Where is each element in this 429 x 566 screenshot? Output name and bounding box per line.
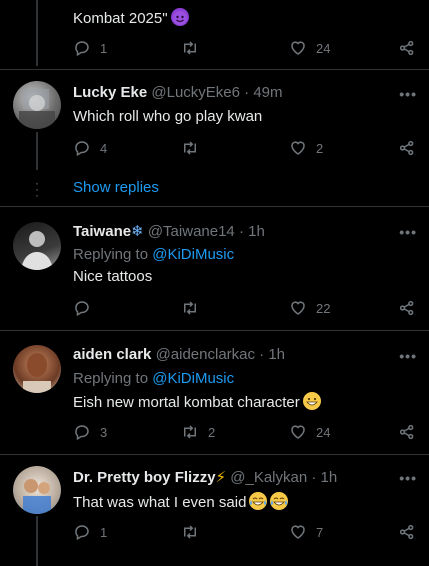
reply-count: 1: [100, 40, 108, 56]
like-count: 24: [316, 424, 331, 440]
more-options-icon[interactable]: •••: [399, 86, 417, 102]
mention-link[interactable]: @KiDiMusic: [152, 246, 234, 263]
avatar-pretty-boy-flizzy[interactable]: [13, 466, 61, 514]
tweet-3-actions: 3 2 24: [73, 422, 418, 442]
thread-line-top: [36, 0, 38, 66]
divider: [0, 454, 429, 455]
tweet-2-actions: 22: [73, 298, 418, 318]
handle-time: @aidenclarkac · 1h: [155, 346, 286, 363]
like-icon: [291, 301, 305, 315]
handle-time: @LuckyEke6 · 49m: [151, 84, 283, 101]
tweet-0-text: Kombat 2025": [73, 8, 189, 27]
reply-icon: [75, 425, 89, 441]
share-icon: [399, 524, 414, 540]
avatar-taiwane[interactable]: [13, 222, 61, 270]
thread-line-flizzy: [36, 516, 38, 566]
retweet-button[interactable]: 2: [181, 422, 215, 442]
tweet-3-text: Eish new mortal kombat character: [73, 392, 321, 411]
like-icon: [291, 425, 305, 439]
divider: [0, 206, 429, 207]
divider: [0, 69, 429, 70]
reply-button[interactable]: 4: [73, 138, 107, 158]
devil-emoji: [170, 8, 189, 26]
like-button[interactable]: 2: [289, 138, 323, 158]
retweet-icon: [184, 525, 196, 539]
thread-gap-dots: · · ·: [35, 176, 39, 202]
like-button[interactable]: 7: [289, 522, 323, 542]
retweet-icon: [184, 141, 196, 155]
reply-count: 1: [100, 524, 108, 540]
tweet-1-header: Lucky Eke @LuckyEke6 · 49m: [73, 84, 283, 101]
share-button[interactable]: [398, 422, 416, 442]
avatar-lucky-eke[interactable]: [13, 81, 61, 129]
reply-count: 3: [100, 424, 108, 440]
share-icon: [399, 140, 414, 156]
tweet-4-actions: 1 7: [73, 522, 418, 542]
tweet-2-header: Taiwane❄ @Taiwane14 · 1h: [73, 222, 265, 240]
display-name[interactable]: Dr. Pretty boy Flizzy: [73, 469, 216, 486]
like-icon: [291, 141, 305, 155]
retweet-button[interactable]: [181, 522, 208, 542]
like-button[interactable]: 24: [289, 422, 330, 442]
grin-emoji: [302, 392, 321, 410]
like-count: 22: [316, 300, 331, 316]
like-icon: [291, 525, 305, 539]
tears-of-joy-emoji: [249, 492, 268, 510]
tweet-0-actions: 1 24: [73, 38, 418, 58]
like-count: 2: [316, 140, 324, 156]
handle-time: @_Kalykan · 1h: [230, 469, 338, 486]
share-button[interactable]: [398, 138, 416, 158]
handle-time: @Taiwane14 · 1h: [147, 223, 265, 240]
share-icon: [399, 424, 414, 440]
share-button[interactable]: [398, 522, 416, 542]
tears-of-joy-emoji: [270, 492, 289, 510]
mention-link[interactable]: @KiDiMusic: [152, 370, 234, 387]
more-options-icon[interactable]: •••: [399, 348, 417, 364]
retweet-icon: [184, 41, 196, 55]
reply-icon: [75, 41, 89, 57]
like-button[interactable]: 24: [289, 38, 330, 58]
reply-icon: [75, 525, 89, 541]
divider: [0, 330, 429, 331]
replying-to: Replying to @KiDiMusic: [73, 370, 235, 387]
tweet-4-header: Dr. Pretty boy Flizzy⚡ @_Kalykan · 1h: [73, 468, 337, 486]
tweet-1-actions: 4 2: [73, 138, 418, 158]
share-button[interactable]: [398, 38, 416, 58]
like-button[interactable]: 22: [289, 298, 330, 318]
avatar-aiden-clark[interactable]: [13, 345, 61, 393]
reply-button[interactable]: 3: [73, 422, 107, 442]
snowflake-emoji: ❄: [131, 223, 144, 240]
retweet-button[interactable]: [181, 38, 208, 58]
more-options-icon[interactable]: •••: [399, 224, 417, 240]
display-name[interactable]: aiden clark: [73, 346, 151, 363]
reply-icon: [75, 301, 89, 317]
thread-line-lucky: [36, 132, 38, 170]
replying-to: Replying to @KiDiMusic: [73, 246, 235, 263]
display-name[interactable]: Lucky Eke: [73, 84, 147, 101]
more-options-icon[interactable]: •••: [399, 470, 417, 486]
lightning-emoji: ⚡: [215, 469, 227, 486]
retweet-icon: [184, 301, 196, 315]
share-icon: [399, 40, 414, 56]
reply-button[interactable]: [73, 298, 100, 318]
reply-button[interactable]: 1: [73, 522, 107, 542]
retweet-button[interactable]: [181, 298, 208, 318]
like-count: 7: [316, 524, 324, 540]
tweet-1-text: Which roll who go play kwan: [73, 108, 263, 125]
reply-count: 4: [100, 140, 108, 156]
reply-button[interactable]: 1: [73, 38, 107, 58]
tweet-4-text: That was what I even said: [73, 492, 289, 511]
like-icon: [291, 41, 305, 55]
share-button[interactable]: [398, 298, 416, 318]
retweet-icon: [184, 425, 196, 439]
retweet-count: 2: [208, 424, 216, 440]
retweet-button[interactable]: [181, 138, 208, 158]
display-name[interactable]: Taiwane: [73, 223, 131, 240]
show-replies-link[interactable]: Show replies: [73, 179, 159, 196]
reply-icon: [75, 141, 89, 157]
like-count: 24: [316, 40, 331, 56]
tweet-2-text: Nice tattoos: [73, 268, 153, 285]
share-icon: [399, 300, 414, 316]
tweet-3-header: aiden clark @aidenclarkac · 1h: [73, 346, 285, 363]
